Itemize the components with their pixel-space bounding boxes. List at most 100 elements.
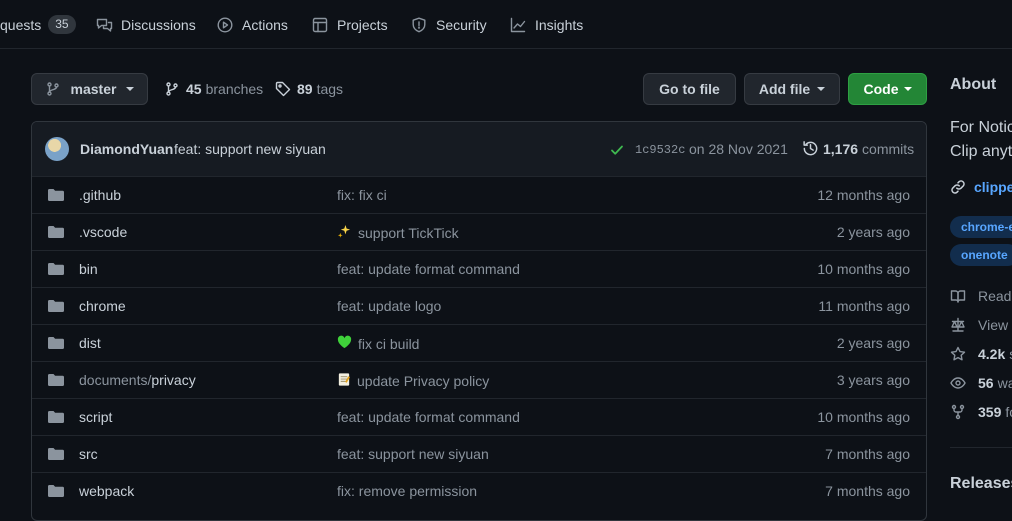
readme-link[interactable]: Readr bbox=[950, 288, 1012, 304]
file-commit-message-text[interactable]: feat: update format command bbox=[337, 261, 520, 277]
file-commit-message: support TickTick bbox=[337, 224, 459, 242]
file-commit-age: 7 months ago bbox=[825, 483, 910, 499]
file-commit-message-text[interactable]: support TickTick bbox=[358, 225, 459, 241]
commit-author[interactable]: DiamondYuan bbox=[80, 141, 173, 157]
file-commit-message: fix: remove permission bbox=[337, 483, 477, 499]
chevron-down-icon bbox=[817, 87, 826, 91]
file-commit-message-text[interactable]: feat: support new siyuan bbox=[337, 446, 489, 462]
file-commit-message-text[interactable]: feat: update format command bbox=[337, 409, 520, 425]
file-name[interactable]: script bbox=[79, 409, 112, 425]
tab-insights-label: Insights bbox=[535, 16, 584, 33]
branches-link[interactable]: 45 branches bbox=[164, 73, 263, 105]
check-icon[interactable] bbox=[610, 143, 624, 157]
tab-insights[interactable]: Insights bbox=[510, 0, 583, 49]
tags-link[interactable]: 89 tags bbox=[275, 73, 343, 105]
topic-tag[interactable]: onenote bbox=[950, 244, 1012, 266]
folder-icon bbox=[48, 485, 64, 497]
folder-icon bbox=[48, 300, 64, 312]
file-commit-age: 3 years ago bbox=[836, 372, 910, 388]
table-row[interactable]: script feat: update format command 10 mont… bbox=[32, 398, 926, 435]
table-row[interactable]: .vscode support TickTick 2 years ago bbox=[32, 213, 926, 250]
file-name[interactable]: chrome bbox=[79, 298, 126, 314]
about-description: For Notic Clip anyt bbox=[950, 116, 1012, 164]
file-name[interactable]: privacy bbox=[151, 372, 195, 388]
file-name[interactable]: dist bbox=[79, 335, 101, 351]
releases-heading[interactable]: Releases bbox=[950, 475, 1012, 493]
file-commit-message: feat: update logo bbox=[337, 298, 441, 314]
file-commit-message-text[interactable]: fix ci build bbox=[358, 336, 419, 352]
table-row[interactable]: chrome feat: update logo 11 months ago bbox=[32, 287, 926, 324]
table-row[interactable]: webpack fix: remove permission 7 months ag… bbox=[32, 472, 926, 509]
commit-date: on 28 Nov 2021 bbox=[689, 141, 788, 157]
file-commit-message-text[interactable]: update Privacy policy bbox=[357, 373, 489, 389]
stars-link[interactable]: 4.2k s bbox=[950, 346, 1012, 362]
topic-tag[interactable]: chrome-e bbox=[950, 216, 1012, 238]
code-button[interactable]: Code bbox=[848, 73, 927, 105]
table-row[interactable]: dist fix ci build 2 years ago bbox=[32, 324, 926, 361]
tab-actions[interactable]: Actions bbox=[217, 0, 288, 49]
eye-icon bbox=[950, 377, 966, 389]
tab-discussions-label: Discussions bbox=[121, 16, 196, 33]
file-name[interactable]: .github bbox=[79, 187, 121, 203]
file-name-cell: .vscode bbox=[79, 224, 127, 240]
folder-icon bbox=[48, 374, 64, 386]
file-commit-message: update Privacy policy bbox=[337, 372, 489, 390]
file-name[interactable]: webpack bbox=[79, 483, 134, 499]
tab-projects-label: Projects bbox=[337, 16, 388, 33]
watchers-count: 56 bbox=[978, 375, 994, 391]
file-commit-message-text[interactable]: fix: fix ci bbox=[337, 187, 387, 203]
tab-security[interactable]: Security bbox=[411, 0, 487, 49]
tab-pull-requests[interactable]: quests 35 bbox=[0, 0, 76, 49]
file-path-prefix[interactable]: documents/ bbox=[79, 372, 151, 388]
file-commit-message: feat: update format command bbox=[337, 261, 520, 277]
commit-sha[interactable]: 1c9532c bbox=[635, 143, 685, 157]
file-commit-message-text[interactable]: feat: update logo bbox=[337, 298, 441, 314]
file-commit-age: 11 months ago bbox=[818, 298, 910, 314]
file-name-cell: src bbox=[79, 446, 98, 462]
file-commit-age: 10 months ago bbox=[817, 261, 910, 277]
watchers-link[interactable]: 56 wa bbox=[950, 375, 1012, 391]
readme-label: Readr bbox=[978, 288, 1012, 304]
add-file-button[interactable]: Add file bbox=[744, 73, 840, 105]
tab-actions-label: Actions bbox=[242, 16, 288, 33]
license-link[interactable]: View bbox=[950, 317, 1008, 333]
file-name[interactable]: .vscode bbox=[79, 224, 127, 240]
commits-history-link[interactable]: 1,176 commits bbox=[802, 140, 914, 157]
table-row[interactable]: .github fix: fix ci 12 months ago bbox=[32, 176, 926, 213]
tab-projects[interactable]: Projects bbox=[312, 0, 388, 49]
add-file-label: Add file bbox=[758, 81, 811, 97]
folder-icon bbox=[48, 263, 64, 275]
tab-discussions[interactable]: Discussions bbox=[96, 0, 196, 49]
file-name[interactable]: src bbox=[79, 446, 98, 462]
branches-count: 45 bbox=[186, 81, 202, 97]
file-commit-message-text[interactable]: fix: remove permission bbox=[337, 483, 477, 499]
table-icon bbox=[312, 17, 328, 32]
sparkles-icon bbox=[337, 224, 352, 242]
table-row[interactable]: bin feat: update format command 10 months … bbox=[32, 250, 926, 287]
commits-label: commits bbox=[862, 140, 915, 157]
file-name[interactable]: bin bbox=[79, 261, 98, 277]
code-label: Code bbox=[863, 81, 899, 97]
about-description-line: Clip anyt bbox=[950, 143, 1012, 160]
go-to-file-button[interactable]: Go to file bbox=[643, 73, 736, 105]
homepage-link[interactable]: clippe bbox=[950, 179, 1012, 195]
file-name-cell: bin bbox=[79, 261, 98, 277]
file-list: DiamondYuan feat: support new siyuan 1c9… bbox=[31, 121, 927, 521]
divider bbox=[950, 447, 1012, 448]
branch-select-button[interactable]: master bbox=[31, 73, 148, 105]
folder-icon bbox=[48, 189, 64, 201]
shield-icon bbox=[412, 17, 426, 32]
stars-count: 4.2k bbox=[978, 346, 1006, 362]
graph-icon bbox=[510, 17, 526, 32]
forks-count: 359 bbox=[978, 404, 1002, 420]
homepage-link-label: clippe bbox=[974, 179, 1012, 195]
git-branch-icon bbox=[46, 82, 59, 96]
branches-label: branches bbox=[205, 81, 264, 97]
tags-label: tags bbox=[316, 81, 344, 97]
table-row[interactable]: src feat: support new siyuan 7 months ago bbox=[32, 435, 926, 472]
table-row[interactable]: documents/privacy update Privacy policy 3 … bbox=[32, 361, 926, 398]
avatar[interactable] bbox=[45, 137, 69, 161]
repo-nav: quests 35 Discussions Actions Projects S… bbox=[0, 0, 1012, 49]
commit-message[interactable]: feat: support new siyuan bbox=[174, 141, 326, 157]
forks-link[interactable]: 359 fo bbox=[950, 404, 1012, 420]
